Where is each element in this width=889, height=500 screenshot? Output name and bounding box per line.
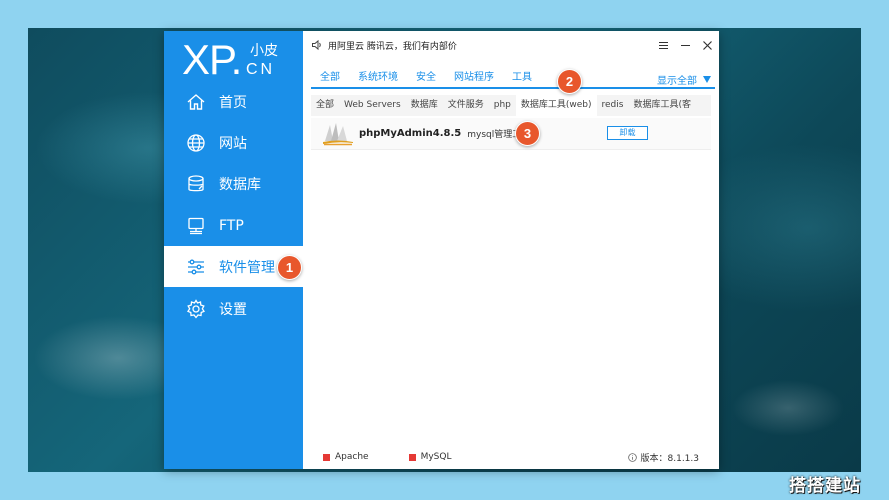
info-icon bbox=[627, 452, 637, 462]
watermark: 搭搭建站 bbox=[789, 476, 861, 496]
app-logo: XP. 小皮 CN bbox=[182, 39, 302, 81]
sidebar-item-label: 网站 bbox=[219, 135, 247, 152]
promo-notice[interactable]: 用阿里云 腾讯云，我们有内部价 bbox=[328, 39, 653, 52]
globe-icon bbox=[185, 132, 207, 154]
app-window: XP. 小皮 CN 首页 网站 数据库 FTP 软件管理 设置 用阿里云 腾讯云… bbox=[164, 31, 719, 469]
sidebar-item-home[interactable]: 首页 bbox=[164, 81, 303, 122]
tab-web-apps[interactable]: 网站程序 bbox=[445, 68, 503, 87]
database-icon bbox=[185, 173, 207, 195]
sidebar-item-ftp[interactable]: FTP bbox=[164, 205, 303, 246]
ftp-icon bbox=[185, 215, 207, 237]
gear-icon bbox=[185, 298, 207, 320]
subtab-all[interactable]: 全部 bbox=[311, 95, 339, 116]
status-bar: Apache MySQL 版本：8.1.1.3 bbox=[303, 445, 719, 469]
main-panel: 用阿里云 腾讯云，我们有内部价 全部 系统环境 安全 网站程序 工具 显示全部 … bbox=[303, 31, 719, 469]
logo-cn-bottom: CN bbox=[246, 61, 276, 78]
triangle-down-icon bbox=[703, 76, 711, 83]
callout-3: 3 bbox=[515, 121, 540, 146]
sidebar-item-website[interactable]: 网站 bbox=[164, 122, 303, 163]
list-item: phpMyAdmin4.8.5 mysql管理工具 卸载 bbox=[311, 118, 711, 150]
subtab-db-tools-web[interactable]: 数据库工具(web) bbox=[515, 95, 597, 116]
close-button[interactable] bbox=[697, 35, 717, 55]
service-label: MySQL bbox=[420, 452, 452, 462]
stopped-status-icon bbox=[323, 453, 330, 461]
menu-button[interactable] bbox=[653, 35, 673, 55]
category-tabs: 全部 系统环境 安全 网站程序 工具 bbox=[311, 67, 715, 89]
minimize-button[interactable] bbox=[675, 35, 695, 55]
speaker-icon bbox=[312, 39, 321, 51]
sidebar-item-database[interactable]: 数据库 bbox=[164, 163, 303, 204]
service-label: Apache bbox=[335, 452, 369, 462]
title-bar: 用阿里云 腾讯云，我们有内部价 bbox=[303, 31, 719, 59]
sidebar: XP. 小皮 CN 首页 网站 数据库 FTP 软件管理 设置 bbox=[164, 31, 303, 469]
sidebar-item-label: 设置 bbox=[219, 301, 247, 318]
subtab-database[interactable]: 数据库 bbox=[406, 95, 443, 116]
sidebar-item-settings[interactable]: 设置 bbox=[164, 288, 303, 329]
version-label: 版本：8.1.1.3 bbox=[640, 453, 700, 464]
subtab-file-service[interactable]: 文件服务 bbox=[443, 95, 489, 116]
logo-xp: XP. bbox=[182, 36, 242, 83]
service-apache[interactable]: Apache bbox=[323, 452, 369, 462]
subtab-php[interactable]: php bbox=[489, 95, 516, 116]
stopped-status-icon bbox=[408, 453, 416, 461]
version-info: 版本：8.1.1.3 bbox=[627, 445, 700, 469]
subcategory-tabs: 全部 Web Servers 数据库 文件服务 php 数据库工具(web) r… bbox=[311, 95, 711, 116]
subtab-web-servers[interactable]: Web Servers bbox=[339, 95, 406, 116]
sliders-icon bbox=[185, 256, 207, 278]
software-name: phpMyAdmin4.8.5 bbox=[359, 128, 462, 139]
show-all-toggle[interactable]: 显示全部 bbox=[657, 72, 711, 87]
subtab-redis[interactable]: redis bbox=[597, 95, 629, 116]
phpmyadmin-logo bbox=[323, 122, 353, 145]
uninstall-button[interactable]: 卸载 bbox=[607, 126, 648, 140]
sidebar-item-label: 数据库 bbox=[219, 176, 261, 193]
callout-2: 2 bbox=[557, 69, 582, 94]
sidebar-item-label: FTP bbox=[219, 217, 244, 234]
tab-tools[interactable]: 工具 bbox=[503, 68, 541, 87]
tab-all[interactable]: 全部 bbox=[311, 68, 349, 87]
service-mysql[interactable]: MySQL bbox=[408, 452, 452, 462]
tab-security[interactable]: 安全 bbox=[407, 68, 445, 87]
callout-1: 1 bbox=[277, 255, 302, 280]
show-all-label: 显示全部 bbox=[657, 76, 697, 87]
menu-icon bbox=[658, 41, 668, 49]
home-icon bbox=[185, 91, 207, 113]
tab-system-env[interactable]: 系统环境 bbox=[349, 68, 407, 87]
sidebar-item-label: 首页 bbox=[219, 94, 247, 111]
sidebar-item-label: 软件管理 bbox=[219, 259, 275, 276]
subtab-db-tools-client[interactable]: 数据库工具(客 bbox=[628, 95, 696, 116]
close-icon bbox=[702, 40, 712, 50]
minimize-icon bbox=[680, 44, 690, 46]
logo-cn-top: 小皮 bbox=[250, 43, 278, 59]
